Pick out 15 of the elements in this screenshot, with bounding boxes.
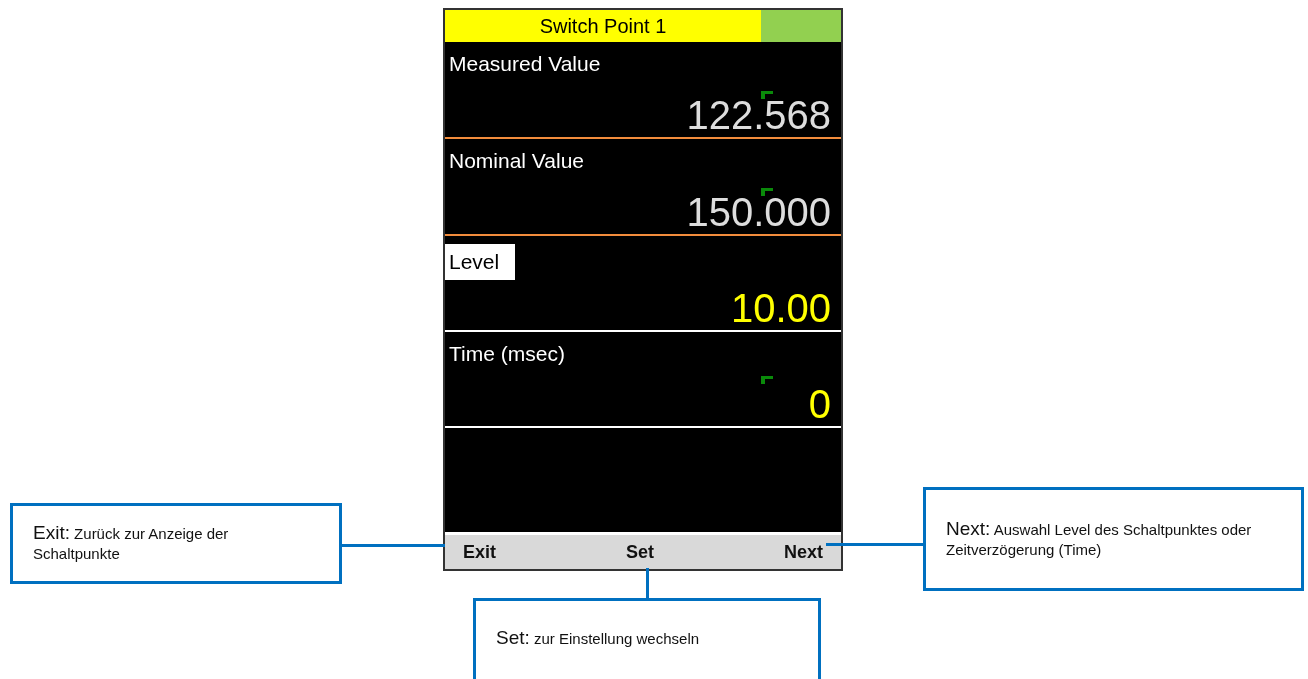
- field-label[interactable]: Level: [445, 244, 516, 280]
- callout-text: Next: Auswahl Level des Schaltpunktes oder Zeitverzögerung (Time): [946, 518, 1253, 560]
- field-label[interactable]: Nominal Value: [445, 147, 588, 175]
- softkey-button[interactable]: Set: [620, 537, 660, 567]
- softkey-button[interactable]: Next: [777, 537, 829, 567]
- field-value: 122.568: [686, 93, 831, 137]
- screen-title: Switch Point 1: [445, 10, 761, 42]
- field-value: 10.00: [730, 286, 831, 330]
- field-label[interactable]: Time (msec): [445, 340, 569, 368]
- field-value: 0: [808, 382, 831, 426]
- callout-text: Exit: Zurück zur Anzeige der Schaltpunkte: [33, 523, 230, 564]
- field-value: 150.000: [686, 190, 831, 234]
- field-label[interactable]: Measured Value: [445, 50, 605, 78]
- softkey-button[interactable]: Exit: [457, 537, 502, 567]
- callout-text: Set: zur Einstellung wechseln: [496, 627, 700, 649]
